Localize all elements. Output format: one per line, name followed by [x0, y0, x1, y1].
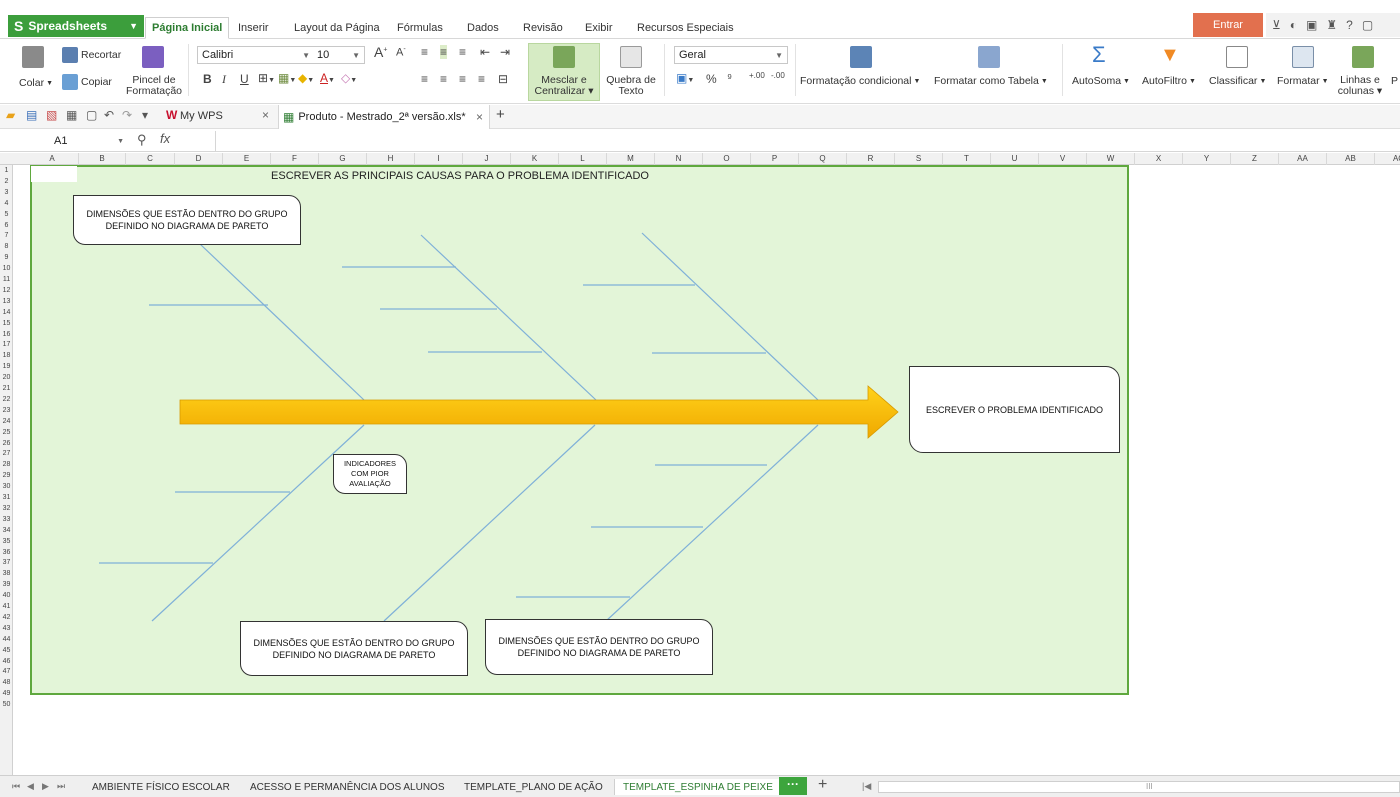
horizontal-scrollbar[interactable]	[878, 781, 1400, 793]
sheet-tab[interactable]: ACESSO E PERMANÊNCIA DOS ALUNOS	[250, 779, 445, 795]
rib-upper-3	[641, 232, 819, 401]
sheet-tab[interactable]: AMBIENTE FÍSICO ESCOLAR	[92, 779, 230, 795]
fishbone-spine-arrow	[179, 385, 899, 439]
scroll-left-icon[interactable]: |◀	[862, 781, 871, 792]
more-sheets-button[interactable]: ···	[779, 777, 807, 795]
sheet-tab[interactable]: TEMPLATE_PLANO DE AÇÃO	[464, 779, 603, 795]
first-sheet-icon[interactable]: ⏮	[12, 781, 20, 792]
sheet-tab-active[interactable]: TEMPLATE_ESPINHA DE PEIXE	[614, 779, 782, 795]
scroll-thumb-grip[interactable]: III	[1146, 782, 1153, 791]
category-box-bottom-left[interactable]: DIMENSÕES QUE ESTÃO DENTRO DO GRUPO DEFI…	[240, 621, 468, 676]
category-box-bottom-right[interactable]: DIMENSÕES QUE ESTÃO DENTRO DO GRUPO DEFI…	[485, 619, 713, 675]
category-box-top[interactable]: DIMENSÕES QUE ESTÃO DENTRO DO GRUPO DEFI…	[73, 195, 301, 245]
last-sheet-icon[interactable]: ⏭	[57, 781, 65, 792]
indicators-box[interactable]: INDICADORES COM PIOR AVALIAÇÃO	[333, 454, 407, 494]
spreadsheet-window: S Spreadsheets ▼ Página Inicial Inserir …	[0, 0, 1400, 797]
next-sheet-icon[interactable]: ▶	[42, 781, 49, 792]
add-sheet-button[interactable]: +	[818, 776, 827, 794]
fishbone-lines	[99, 232, 899, 622]
prev-sheet-icon[interactable]: ◀	[27, 781, 34, 792]
rib-upper-1	[199, 243, 365, 401]
rib-upper-2	[420, 234, 597, 401]
rib-lower-3	[605, 424, 819, 622]
rib-lower-2	[383, 424, 596, 622]
problem-box[interactable]: ESCREVER O PROBLEMA IDENTIFICADO	[909, 366, 1120, 453]
